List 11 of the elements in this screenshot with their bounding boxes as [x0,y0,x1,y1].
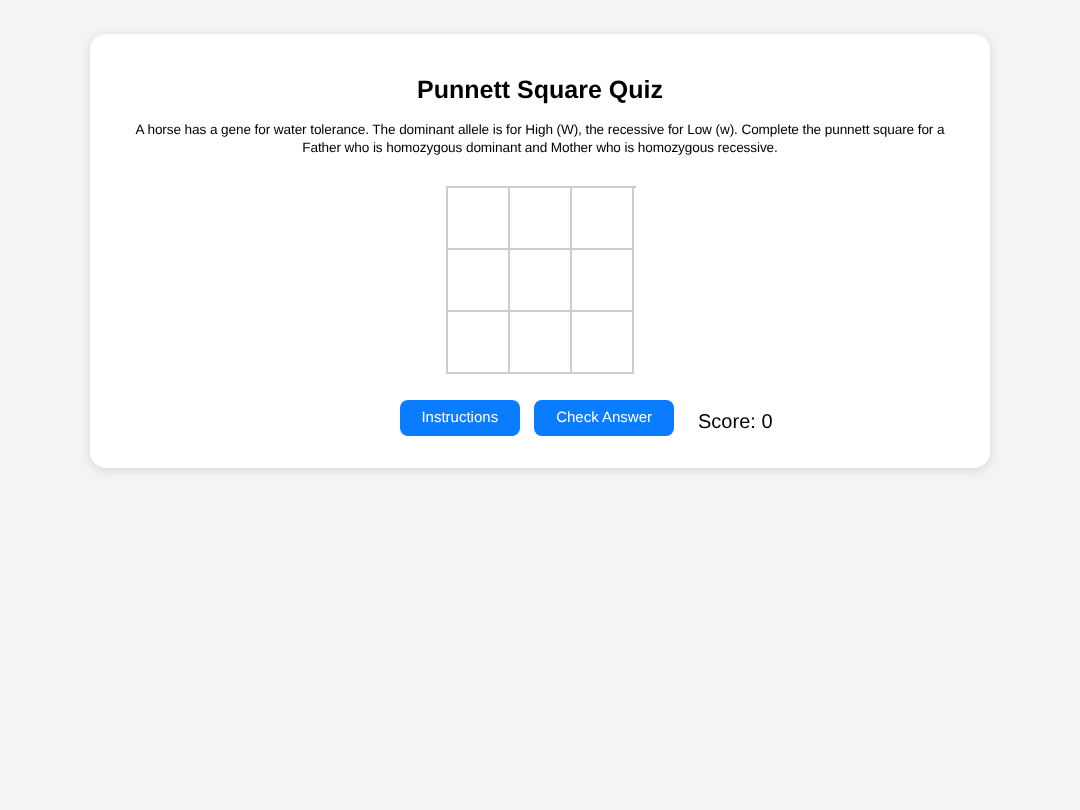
grid-cell[interactable] [447,188,509,250]
grid-cell[interactable] [571,188,633,250]
score-text: Score: 0 [698,410,773,438]
grid-cell[interactable] [447,250,509,312]
grid-cell[interactable] [509,250,571,312]
grid-cell[interactable] [571,312,633,374]
grid-cell[interactable] [509,312,571,374]
grid-cell[interactable] [509,188,571,250]
grid-cell[interactable] [447,312,509,374]
grid-cell[interactable] [571,250,633,312]
quiz-title: Punnett Square Quiz [415,76,665,106]
